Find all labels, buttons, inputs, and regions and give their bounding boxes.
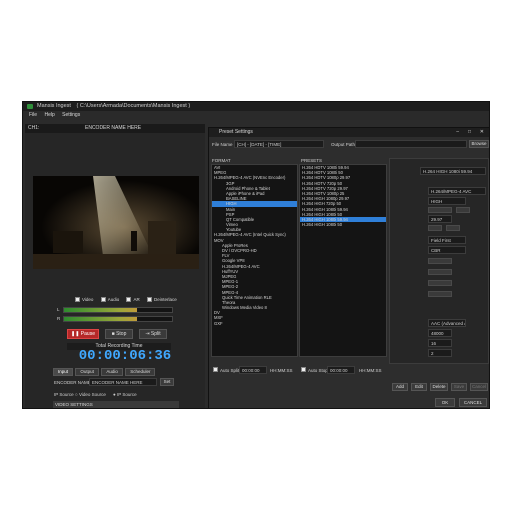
fps-field[interactable]: 29.97 — [428, 215, 452, 223]
edit-button[interactable]: Edit — [411, 383, 427, 391]
video-frame — [33, 176, 199, 269]
meter-label-l: L — [57, 307, 60, 312]
audio-meter-left — [63, 307, 173, 313]
quality-stepper[interactable] — [428, 225, 442, 231]
audio-checkbox[interactable] — [100, 297, 106, 303]
refs-stepper[interactable] — [428, 280, 452, 286]
stop-button[interactable]: ■ Stop — [105, 329, 133, 339]
save-button[interactable]: Save — [451, 383, 467, 391]
preset-item[interactable]: H.264 HIGH 1080i 50 — [300, 222, 386, 227]
output-path-label: Output Path — [331, 142, 356, 147]
video-source-radio[interactable]: ○ Video Source — [75, 392, 106, 397]
tab-bar: Input Output Audio Scheduler — [53, 368, 183, 376]
recording-timer: 00:00:06:36 — [78, 348, 172, 364]
set-button[interactable]: Set — [160, 378, 174, 386]
auto-split-checkbox[interactable] — [213, 367, 218, 372]
meter-fill-right — [64, 317, 138, 321]
format-header: FORMAT — [212, 158, 231, 163]
menu-file[interactable]: File — [29, 111, 37, 120]
menu-settings[interactable]: Settings — [62, 111, 80, 120]
video-label: Video — [82, 297, 94, 302]
tab-output[interactable]: Output — [75, 368, 99, 376]
format-list[interactable]: AVI MPEG H.264/MPEG-4 AVC (NVEnc Encoder) 3… — [211, 164, 298, 357]
output-path-input[interactable] — [355, 140, 467, 148]
app-icon — [27, 104, 33, 109]
ar-label: AR — [133, 297, 140, 302]
add-button[interactable]: Add — [392, 383, 408, 391]
samplerate-field[interactable]: 48000 — [428, 329, 452, 337]
format-item[interactable]: H.264/MPEG-4 AVC (NVEnc Encoder) — [212, 175, 297, 180]
channel-panel: CH1: ENCODER NAME HERE Video Audio AR De… — [25, 124, 205, 408]
auto-stop-format: HH:MM:SS — [359, 368, 382, 373]
presets-header: PRESETS — [301, 158, 323, 163]
maximize-icon[interactable]: □ — [468, 128, 471, 137]
source-label: IP Source — [54, 392, 74, 397]
auto-split-label: Auto Split — [220, 368, 240, 373]
tab-audio[interactable]: Audio — [101, 368, 123, 376]
bits-field[interactable]: 16 — [428, 339, 452, 347]
video-preview — [33, 176, 199, 269]
capture-checkboxes: Video Audio AR Deinterlace — [75, 297, 205, 303]
width-stepper[interactable] — [428, 207, 452, 213]
audio-codec-field[interactable]: AAC (Advanced Au — [428, 319, 466, 327]
app-title: Mansis Ingest — [37, 103, 71, 109]
deinterlace-label: Deinterlace — [154, 297, 177, 302]
gop-stepper[interactable] — [428, 258, 452, 264]
auto-stop-time[interactable]: 00:00:00 — [327, 366, 355, 374]
menu-bar: File Help Settings — [23, 111, 489, 120]
browse-button[interactable]: Browse — [469, 140, 489, 148]
format-item[interactable]: H.264/MPEG-4 AVC (Intel Quick Sync) — [212, 232, 297, 237]
presets-list[interactable]: H.264 HDTV 1080i 59.94 H.264 HDTV 1080i 5… — [299, 164, 387, 357]
cancel-button[interactable]: CANCEL — [459, 398, 487, 407]
auto-stop-checkbox[interactable] — [301, 367, 306, 372]
preset-settings-dialog: Preset Settings – □ ✕ File Name [CH] - [… — [208, 127, 490, 409]
close-icon[interactable]: ✕ — [480, 128, 484, 137]
channel-header: CH1: ENCODER NAME HERE — [25, 124, 205, 133]
format-item[interactable]: GXF — [212, 321, 297, 326]
channels-field[interactable]: 2 — [428, 349, 452, 357]
auto-stop-label: Auto Stop — [308, 368, 328, 373]
title-bar: Mansis Ingest ( C:\Users\Armada\Document… — [23, 102, 489, 111]
ar-checkbox[interactable] — [126, 297, 132, 303]
auto-split-format: HH:MM:SS — [270, 368, 293, 373]
file-name-label: File Name — [212, 142, 233, 147]
channel-label: CH1: — [28, 125, 40, 131]
bframes-stepper[interactable] — [428, 269, 452, 275]
channel-name: ENCODER NAME HERE — [85, 125, 142, 131]
tab-input[interactable]: Input — [53, 368, 74, 376]
deinterlace-checkbox[interactable] — [147, 297, 153, 303]
file-name-input[interactable]: [CH] - [DATE] - [TIME] — [234, 140, 324, 148]
split-button[interactable]: ⇥ Split — [139, 329, 167, 339]
ok-button[interactable]: OK — [435, 398, 455, 407]
preset-name-field[interactable]: H.264 HIGH 1080i 59.94 — [420, 167, 486, 175]
cancel-preset-button[interactable]: Cancel — [470, 383, 488, 391]
field-order-field[interactable]: Field First — [428, 236, 466, 244]
slices-stepper[interactable] — [428, 291, 452, 297]
app-path: ( C:\Users\Armada\Documents\Mansis Inges… — [76, 103, 191, 109]
rate-control-field[interactable]: CBR — [428, 246, 466, 254]
encoder-name-label: ENCODER NAME: — [54, 380, 93, 385]
meter-label-r: R — [57, 316, 61, 321]
dialog-title: Preset Settings — [219, 129, 253, 135]
pause-button[interactable]: ❚❚ Pause — [67, 329, 99, 339]
pause-icon: ❚❚ — [71, 331, 81, 337]
ip-source-radio[interactable]: ● IP Source — [113, 392, 137, 397]
menu-help[interactable]: Help — [44, 111, 54, 120]
auto-split-time[interactable]: 00:00:00 — [239, 366, 267, 374]
video-settings-header: VIDEO SETTINGS — [53, 401, 179, 408]
profile-field[interactable]: HIGH — [428, 197, 466, 205]
encoder-name-input[interactable]: ENCODER NAME HERE — [89, 378, 157, 386]
audio-label: Audio — [107, 297, 120, 302]
codec-field[interactable]: H.264/MPEG-4 AVC — [428, 187, 486, 195]
tab-scheduler[interactable]: Scheduler — [125, 368, 156, 376]
dialog-title-bar: Preset Settings – □ ✕ — [209, 128, 489, 137]
bitrate-stepper[interactable] — [446, 225, 460, 231]
height-stepper[interactable] — [456, 207, 470, 213]
audio-meter-right — [63, 316, 173, 322]
minimize-icon[interactable]: – — [456, 128, 459, 137]
delete-button[interactable]: Delete — [430, 383, 448, 391]
preset-details-panel: H.264 HIGH 1080i 59.94 H.264/MPEG-4 AVC … — [389, 158, 489, 364]
video-checkbox[interactable] — [75, 297, 80, 303]
meter-fill-left — [64, 308, 138, 312]
